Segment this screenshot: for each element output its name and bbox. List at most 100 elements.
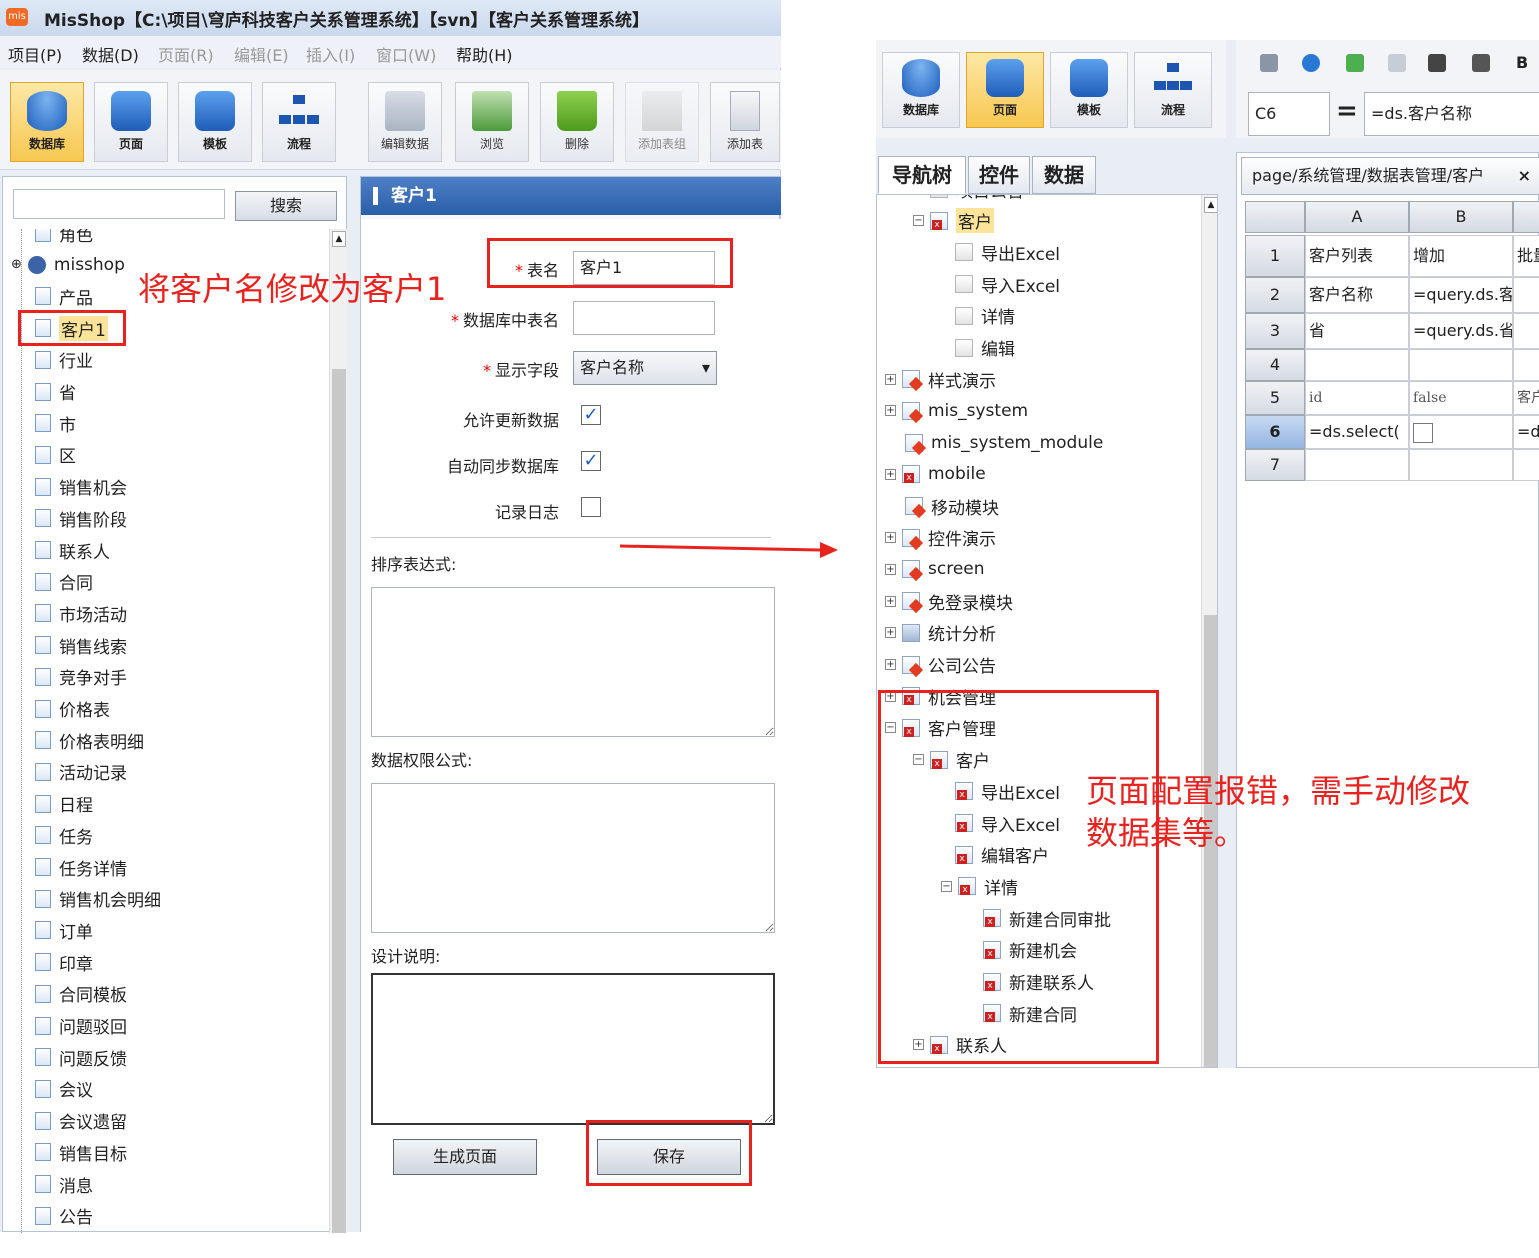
sidebar-item[interactable]: 印章 [35, 948, 93, 976]
expand-icon[interactable]: + [885, 595, 896, 607]
add-table-group-button[interactable]: 添加表组 [625, 82, 699, 162]
grid-cell[interactable]: 批量 [1513, 235, 1539, 277]
sidebar-item[interactable]: 市 [35, 409, 76, 437]
nav-tree-item[interactable]: mis_system_module [905, 429, 1103, 457]
nav-tree-item[interactable]: + 样式演示 [885, 365, 996, 393]
menu-item-2[interactable]: 页面(R) [158, 42, 214, 66]
column-header[interactable]: B [1409, 201, 1513, 233]
grid-cell[interactable]: 客户列表 [1305, 235, 1409, 277]
sidebar-item[interactable]: 销售线索 [35, 631, 127, 659]
sidebar-item[interactable]: 会议 [35, 1075, 93, 1103]
row-header[interactable]: 4 [1245, 349, 1305, 381]
menu-item-5[interactable]: 窗口(W) [376, 42, 436, 66]
grid-corner[interactable] [1245, 201, 1305, 233]
template-button-2[interactable]: 模板 [1050, 52, 1128, 128]
sidebar-item[interactable]: 角色 [35, 229, 93, 247]
sidebar-item[interactable]: 行业 [35, 346, 93, 374]
nav-tree-item[interactable]: + 控件演示 [885, 524, 996, 552]
search-input[interactable] [13, 189, 225, 219]
grid-cell[interactable]: =query.ds.省 [1409, 313, 1513, 349]
sidebar-item[interactable]: 合同 [35, 568, 93, 596]
sidebar-item[interactable]: 任务 [35, 821, 93, 849]
grid-cell[interactable] [1305, 349, 1409, 381]
scroll-up-icon[interactable]: ▲ [332, 231, 346, 247]
grid-cell[interactable] [1513, 313, 1539, 349]
expand-icon[interactable]: + [885, 563, 896, 575]
menu-item-3[interactable]: 编辑(E) [234, 42, 289, 66]
binoculars-icon[interactable] [1428, 54, 1446, 72]
row-header[interactable]: 3 [1245, 313, 1305, 349]
bold-icon[interactable]: B [1516, 54, 1534, 72]
preview-icon[interactable] [1388, 54, 1406, 72]
menu-item-0[interactable]: 项目(P) [8, 42, 62, 66]
column-header[interactable]: A [1305, 201, 1409, 233]
sidebar-item[interactable]: 消息 [35, 1170, 93, 1198]
grid-cell[interactable] [1305, 449, 1409, 481]
sidebar-item[interactable]: 问题驳回 [35, 1012, 127, 1040]
design-note-textarea[interactable] [371, 973, 775, 1125]
expand-icon[interactable]: + [885, 659, 896, 670]
nav-tree-item[interactable]: + 统计分析 [885, 619, 996, 647]
save-small-icon[interactable] [1260, 54, 1278, 72]
grid-cell[interactable]: 客户名称 [1305, 277, 1409, 313]
sheet-tab[interactable]: page/系统管理/数据表管理/客户 × [1241, 157, 1539, 195]
db-table-input[interactable] [573, 301, 715, 335]
expand-icon[interactable]: + [885, 627, 896, 639]
sidebar-item[interactable]: 日程 [35, 790, 93, 818]
tab-controls[interactable]: 控件 [968, 156, 1030, 194]
sidebar-item[interactable]: 价格表 [35, 695, 110, 723]
sidebar-item[interactable]: 销售机会 [35, 473, 127, 501]
nav-tree-item[interactable]: 编辑 [955, 334, 1015, 362]
expand-icon[interactable]: + [885, 405, 896, 417]
nav-tree-item[interactable]: + mis_system [885, 397, 1028, 425]
sidebar-item[interactable]: 订单 [35, 916, 93, 944]
grid-cell[interactable]: 客户 [1513, 381, 1539, 415]
nav-tree-item[interactable]: 详情 [955, 302, 1015, 330]
sidebar-item[interactable]: 问题反馈 [35, 1043, 127, 1071]
log-checkbox[interactable] [581, 497, 601, 517]
sidebar-item[interactable]: 产品 [35, 282, 93, 310]
nav-tree-item[interactable]: 导入Excel [955, 270, 1060, 298]
sidebar-item[interactable]: ⊕ misshop [11, 251, 125, 279]
sidebar-item[interactable]: 省 [35, 378, 76, 406]
find-icon[interactable] [1472, 54, 1490, 72]
sidebar-item[interactable]: 竞争对手 [35, 663, 127, 691]
sidebar-item[interactable]: 区 [35, 441, 76, 469]
scroll-up-icon[interactable]: ▲ [1204, 197, 1217, 213]
grid-cell[interactable] [1513, 277, 1539, 313]
sidebar-item[interactable]: 销售机会明细 [35, 885, 161, 913]
nav-tree-item[interactable]: + screen [885, 555, 985, 583]
expand-icon[interactable]: + [885, 373, 896, 385]
tab-nav-tree[interactable]: 导航树 [878, 156, 966, 194]
edit-data-button[interactable]: 编辑数据 [368, 82, 442, 162]
sidebar-item[interactable]: 联系人 [35, 536, 110, 564]
search-button[interactable]: 搜索 [235, 191, 337, 221]
page-button[interactable]: 页面 [94, 82, 168, 162]
cell-name-box[interactable]: C6 [1248, 92, 1330, 136]
column-header[interactable] [1513, 201, 1539, 233]
cell-checkbox[interactable] [1413, 423, 1433, 443]
collapse-icon[interactable]: − [913, 215, 924, 227]
grid-cell[interactable]: =ds [1513, 415, 1539, 449]
add-table-button[interactable]: 添加表 [710, 82, 780, 162]
sidebar-item[interactable]: 销售阶段 [35, 504, 127, 532]
flow-button-2[interactable]: 流程 [1134, 52, 1212, 128]
delete-button[interactable]: 删除 [540, 82, 614, 162]
nav-tree-item[interactable]: − 客户 [913, 207, 994, 235]
row-header[interactable]: 6 [1245, 415, 1305, 449]
scroll-thumb[interactable] [332, 369, 346, 1233]
perm-formula-textarea[interactable] [371, 783, 775, 933]
menu-item-4[interactable]: 插入(I) [306, 42, 355, 66]
row-header[interactable]: 5 [1245, 381, 1305, 415]
expand-icon[interactable]: ⊕ [11, 257, 22, 272]
row-header[interactable]: 1 [1245, 235, 1305, 277]
row-header[interactable]: 2 [1245, 277, 1305, 313]
sidebar-item[interactable]: 销售目标 [35, 1138, 127, 1166]
grid-cell[interactable]: =ds.select( [1305, 415, 1409, 449]
generate-page-button[interactable]: 生成页面 [393, 1139, 537, 1175]
sort-expr-textarea[interactable] [371, 587, 775, 737]
excel-icon[interactable] [1346, 54, 1364, 72]
display-field-select[interactable]: 客户名称 [573, 351, 717, 385]
close-icon[interactable]: × [1518, 158, 1531, 194]
database-button[interactable]: 数据库 [10, 82, 84, 162]
